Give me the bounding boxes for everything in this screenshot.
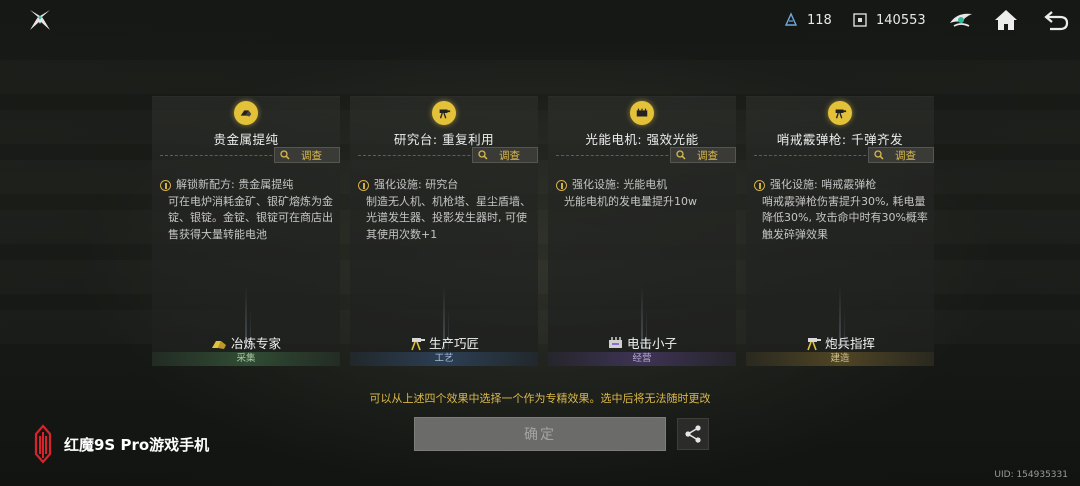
turret-icon: [828, 101, 852, 125]
back-arrow-icon: [1044, 11, 1069, 31]
card-description: 强化设施: 哨戒霰弹枪 哨戒霰弹枪伤害提升30%, 耗电量降低30%, 攻击命中…: [754, 177, 928, 243]
desc-head: 强化设施: 哨戒霰弹枪: [770, 178, 877, 191]
crystal-icon: [783, 12, 799, 28]
home-icon: [995, 10, 1017, 30]
role-name: 生产巧匠: [428, 336, 479, 351]
upgrade-arrow-icon: [556, 180, 567, 191]
turret-icon: [807, 337, 821, 350]
chip-icon: [852, 12, 868, 28]
inspect-button[interactable]: 调查: [274, 147, 340, 163]
share-icon: [685, 425, 701, 443]
top-bar: 118 140553: [0, 0, 1080, 40]
game-logo-icon[interactable]: [28, 8, 52, 32]
share-button[interactable]: [677, 418, 709, 450]
resource-chip-value: 140553: [876, 12, 926, 28]
clan-button[interactable]: [947, 6, 975, 34]
desc-body: 可在电炉消耗金矿、银矿熔炼为金锭、银锭。金锭、银锭可在商店出售获得大量转能电池: [168, 194, 333, 241]
background-row: [0, 60, 1080, 94]
category-tag: 经营: [548, 352, 736, 366]
inspect-button[interactable]: 调查: [670, 147, 736, 163]
selection-notice: 可以从上述四个效果中选择一个作为专精效果。选中后将无法随时更改: [369, 392, 711, 405]
user-id: UID: 154935331: [994, 470, 1068, 480]
card-title: 光能电机: 强效光能: [585, 132, 699, 147]
desc-head: 强化设施: 光能电机: [572, 178, 668, 191]
role-label: 电击小子: [548, 333, 736, 352]
resource-crystal-value: 118: [807, 12, 832, 28]
inspect-button[interactable]: 调查: [868, 147, 934, 163]
upgrade-arrow-icon: [358, 180, 369, 191]
role-name: 电击小子: [626, 336, 677, 351]
magnifier-icon: [676, 150, 686, 160]
inspect-label: 调查: [895, 149, 916, 162]
desc-body: 光能电机的发电量提升10w: [564, 194, 697, 208]
role-name: 炮兵指挥: [824, 336, 875, 351]
category-tag: 工艺: [350, 352, 538, 366]
card-description: 强化设施: 光能电机 光能电机的发电量提升10w: [556, 177, 730, 210]
turret-icon: [411, 337, 425, 350]
category-tag: 建造: [746, 352, 934, 366]
gold-bars-icon: [211, 340, 226, 349]
gold-bars-icon: [234, 101, 258, 125]
card-description: 解锁新配方: 贵金属提纯 可在电炉消耗金矿、银矿熔炼为金锭、银锭。金锭、银锭可在…: [160, 177, 334, 243]
inspect-label: 调查: [301, 149, 322, 162]
inspect-label: 调查: [499, 149, 520, 162]
specialization-card-2[interactable]: 研究台: 重复利用 调查 强化设施: 研究台 制造无人机、机枪塔、星尘盾墙、光谱…: [350, 96, 538, 366]
desc-head: 强化设施: 研究台: [374, 178, 459, 191]
specialization-card-4[interactable]: 哨戒霰弹枪: 千弹齐发 调查 强化设施: 哨戒霰弹枪 哨戒霰弹枪伤害提升30%,…: [746, 96, 934, 366]
inspect-button[interactable]: 调查: [472, 147, 538, 163]
resource-chip: 140553: [852, 12, 926, 28]
generator-icon: [630, 101, 654, 125]
desc-body: 哨戒霰弹枪伤害提升30%, 耗电量降低30%, 攻击命中时有30%概率触发碎弹效…: [762, 194, 928, 241]
specialization-card-3[interactable]: 光能电机: 强效光能 调查 强化设施: 光能电机 光能电机的发电量提升10w 电…: [548, 96, 736, 366]
back-button[interactable]: [1042, 6, 1070, 34]
desc-body: 制造无人机、机枪塔、星尘盾墙、光谱发生器、投影发生器时, 可使其使用次数+1: [366, 194, 531, 241]
card-description: 强化设施: 研究台 制造无人机、机枪塔、星尘盾墙、光谱发生器、投影发生器时, 可…: [358, 177, 532, 243]
resource-crystal: 118: [783, 12, 832, 28]
device-brand-text: 红魔9S Pro游戏手机: [64, 435, 210, 454]
upgrade-arrow-icon: [160, 180, 171, 191]
home-button[interactable]: [992, 6, 1020, 34]
inspect-label: 调查: [697, 149, 718, 162]
role-label: 冶炼专家: [152, 333, 340, 352]
desc-head: 解锁新配方: 贵金属提纯: [176, 178, 294, 191]
card-title: 哨戒霰弹枪: 千弹齐发: [776, 132, 904, 147]
magnifier-icon: [874, 150, 884, 160]
card-title: 研究台: 重复利用: [393, 132, 495, 147]
turret-icon: [432, 101, 456, 125]
specialization-card-1[interactable]: 贵金属提纯 调查 解锁新配方: 贵金属提纯 可在电炉消耗金矿、银矿熔炼为金锭、银…: [152, 96, 340, 366]
upgrade-arrow-icon: [754, 180, 765, 191]
wing-emblem-icon: [950, 13, 972, 27]
role-label: 生产巧匠: [350, 333, 538, 352]
magnifier-icon: [280, 150, 290, 160]
card-title: 贵金属提纯: [213, 132, 279, 147]
device-watermark: 红魔9S Pro游戏手机: [28, 424, 209, 464]
category-tag: 采集: [152, 352, 340, 366]
role-name: 冶炼专家: [230, 336, 281, 351]
generator-icon: [608, 336, 622, 348]
confirm-button[interactable]: 确定: [414, 417, 666, 451]
red-magic-logo-icon: [34, 424, 52, 464]
role-label: 炮兵指挥: [746, 333, 934, 352]
magnifier-icon: [478, 150, 488, 160]
